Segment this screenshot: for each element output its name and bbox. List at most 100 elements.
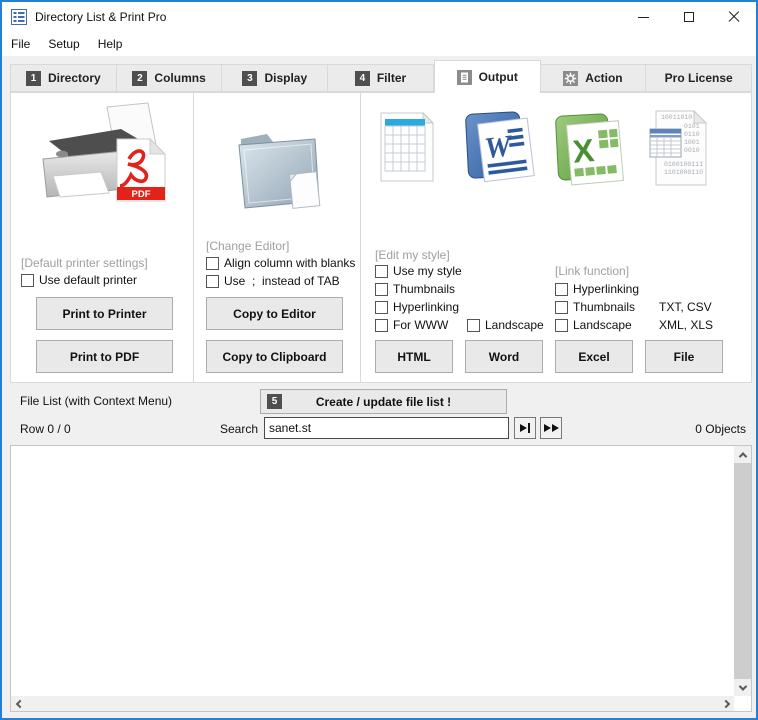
scroll-left-button[interactable] [11,696,28,711]
binary-file-icon: 10011010 0101 0110 1001 0010 0100100111 … [648,109,710,187]
tab-2-badge: 2 [132,71,147,86]
menu-help[interactable]: Help [98,34,133,54]
search-input[interactable] [264,417,509,439]
tab-output-label: Output [479,70,518,84]
tab-columns-label: Columns [154,71,205,85]
vertical-scroll-thumb[interactable] [734,463,751,679]
excel-button[interactable]: Excel [555,340,633,373]
scroll-up-button[interactable] [734,446,751,463]
use-my-style-checkbox[interactable] [375,265,388,278]
use-my-style-label: Use my style [393,264,462,278]
svg-text:0100100111: 0100100111 [664,161,703,168]
semicolon-checkbox[interactable] [206,275,219,288]
use-default-printer-row: Use default printer [21,273,137,287]
title-bar: Directory List & Print Pro [2,2,756,32]
word-button[interactable]: Word [465,340,543,373]
semicolon-row: Use ; instead of TAB [206,274,340,288]
for-www-checkbox[interactable] [375,319,388,332]
align-column-row: Align column with blanks [206,256,355,270]
create-label: Create / update file list ! [316,395,451,409]
tab-strip: 1 Directory 2 Columns 3 Display 4 Filter… [10,60,752,92]
minimize-button[interactable] [621,2,666,32]
svg-text:1101000110: 1101000110 [664,169,703,176]
link-landscape-checkbox[interactable] [555,319,568,332]
app-icon [11,9,27,25]
tab-directory[interactable]: 1 Directory [10,64,117,92]
output-panel: PDF [Default printer settings] Use defau… [10,92,752,383]
folder-icon [227,123,329,219]
step-forward-icon [520,424,527,432]
link-hyperlinking-label: Hyperlinking [573,282,639,296]
scroll-right-button[interactable] [717,696,734,711]
chevron-left-icon [15,699,23,707]
objects-counter: 0 Objects [622,422,746,436]
create-update-button[interactable]: 5 Create / update file list ! [260,389,507,414]
tab-3-badge: 3 [242,71,257,86]
search-all-button[interactable] [540,417,562,439]
printer-pdf-icon: PDF [29,101,179,213]
chevron-up-icon [738,452,746,460]
row-counter: Row 0 / 0 [20,422,71,436]
tab-4-badge: 4 [355,71,370,86]
print-to-pdf-button[interactable]: Print to PDF [36,340,173,373]
close-icon [728,11,740,23]
tab-filter-label: Filter [377,71,406,85]
print-to-printer-button[interactable]: Print to Printer [36,297,173,330]
link-hyperlinking-checkbox[interactable] [555,283,568,296]
svg-text:X: X [571,132,596,170]
maximize-button[interactable] [666,2,711,32]
align-column-checkbox[interactable] [206,257,219,270]
use-default-printer-checkbox[interactable] [21,274,34,287]
word-landscape-row: Landscape [467,318,544,332]
file-button[interactable]: File [645,340,723,373]
thumbnails-checkbox[interactable] [375,283,388,296]
link-landscape-row: Landscape [555,318,632,332]
file-list-area[interactable] [10,445,752,712]
menu-setup[interactable]: Setup [48,34,89,54]
tab-output[interactable]: Output [434,60,541,93]
tab-filter[interactable]: 4 Filter [328,64,434,92]
search-label: Search [182,422,258,436]
fast-forward-icon [544,424,551,432]
word-icon: W [463,107,539,187]
scroll-down-button[interactable] [734,679,751,696]
menu-file[interactable]: File [11,34,40,54]
vertical-scrollbar[interactable] [734,446,751,696]
minimize-icon [638,17,649,18]
window-title: Directory List & Print Pro [35,10,166,24]
svg-text:10011010: 10011010 [661,114,692,121]
tab-columns[interactable]: 2 Columns [117,64,223,92]
svg-text:0010: 0010 [684,147,700,154]
app-window: Directory List & Print Pro File Setup He… [0,0,758,720]
thumbnails-row: Thumbnails [375,282,455,296]
link-hyperlinking-row: Hyperlinking [555,282,639,296]
tab-pro-license-label: Pro License [665,71,733,85]
svg-text:0101: 0101 [684,123,700,130]
hyperlinking-row: Hyperlinking [375,300,459,314]
svg-text:PDF: PDF [132,189,151,200]
html-button[interactable]: HTML [375,340,453,373]
tab-pro-license[interactable]: Pro License [646,64,752,92]
link-thumbnails-row: Thumbnails [555,300,635,314]
word-landscape-label: Landscape [485,318,544,332]
excel-icon: X [555,111,625,187]
tab-display[interactable]: 3 Display [222,64,328,92]
gear-icon [563,71,578,86]
html-table-icon [378,111,436,183]
file-list-label: File List (with Context Menu) [20,394,172,408]
link-thumbnails-checkbox[interactable] [555,301,568,314]
horizontal-scrollbar[interactable] [11,696,734,711]
tab-action[interactable]: Action [541,64,647,92]
word-landscape-checkbox[interactable] [467,319,480,332]
hyperlinking-checkbox[interactable] [375,301,388,314]
semicolon-label: Use ; instead of TAB [224,274,340,288]
thumbnails-label: Thumbnails [393,282,455,296]
tab-directory-label: Directory [48,71,101,85]
tab-display-label: Display [264,71,307,85]
copy-to-editor-button[interactable]: Copy to Editor [206,297,343,330]
copy-to-clipboard-button[interactable]: Copy to Clipboard [206,340,343,373]
formats-txt-csv: TXT, CSV [659,300,712,314]
close-button[interactable] [711,2,756,32]
tab-action-label: Action [585,71,622,85]
search-next-button[interactable] [514,417,536,439]
